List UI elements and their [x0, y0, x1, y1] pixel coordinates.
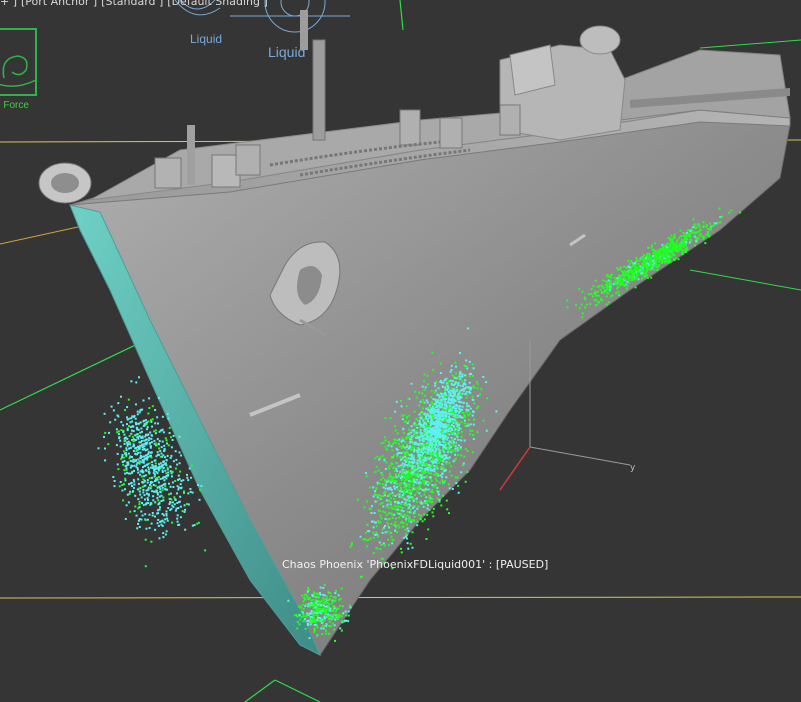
force-field-icon[interactable]: [0, 28, 37, 96]
scene-canvas[interactable]: y: [0, 0, 801, 702]
liquid-label-2: Liquid: [268, 44, 306, 60]
viewport-camera-label[interactable]: [Port Anchor ]: [21, 0, 97, 8]
viewport-shading-label[interactable]: [Default Shading ]: [167, 0, 267, 8]
viewport-menu-plus[interactable]: + ]: [0, 0, 17, 8]
viewport-3d[interactable]: y + ] [Port Anchor ] [Standard ] [Default S…: [0, 0, 801, 702]
liquid-label-1: Liquid: [190, 32, 223, 46]
viewport-label[interactable]: + ] [Port Anchor ] [Standard ] [Default Sha…: [0, 0, 272, 8]
force-field-label: e Force: [0, 100, 29, 111]
viewport-mode-label[interactable]: [Standard ]: [101, 0, 163, 8]
simulation-status: Chaos Phoenix 'PhoenixFDLiquid001' : [PA…: [282, 558, 549, 571]
svg-text:y: y: [630, 463, 636, 473]
